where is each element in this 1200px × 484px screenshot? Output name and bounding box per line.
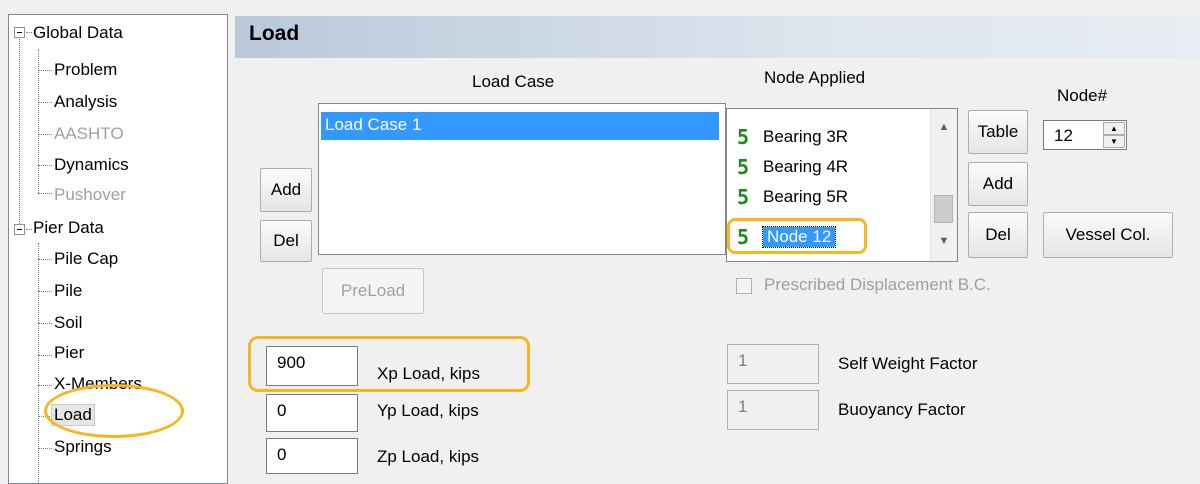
preload-button[interactable]: PreLoad <box>322 268 424 314</box>
tree-item-problem[interactable]: Problem <box>54 60 117 80</box>
node-number-value[interactable]: 12 <box>1054 126 1073 146</box>
delete-node-button[interactable]: Del <box>968 212 1028 258</box>
page-title: Load <box>249 22 300 45</box>
xp-load-field[interactable]: 900 <box>266 346 358 386</box>
table-button[interactable]: Table <box>968 110 1028 154</box>
xp-load-label: Xp Load, kips <box>377 364 481 383</box>
node-applied-list[interactable]: 5 Bearing 3R 5 Bearing 4R 5 Bearing 5R 5… <box>726 108 958 262</box>
list-item[interactable]: 5 Bearing 4R <box>737 153 848 181</box>
add-node-button[interactable]: Add <box>968 162 1028 206</box>
tree-item-x-members[interactable]: X-Members <box>54 374 142 394</box>
yp-load-field[interactable]: 0 <box>266 394 358 432</box>
list-item-selected[interactable]: 5 Node 12 <box>737 223 837 251</box>
list-item[interactable]: 5 Bearing 5R <box>737 183 848 211</box>
navigation-tree[interactable]: Global Data Problem Analysis AASHTO Dyna… <box>8 14 228 484</box>
node-number-label: Node# <box>1057 86 1108 105</box>
tree-item-aashto[interactable]: AASHTO <box>54 124 124 144</box>
yp-load-label: Yp Load, kips <box>377 401 479 420</box>
spin-down-icon[interactable]: ▼ <box>1103 135 1125 148</box>
panel-header: Load <box>235 16 1200 58</box>
collapse-global-data-icon[interactable] <box>14 27 25 38</box>
load-case-heading: Load Case <box>472 72 555 91</box>
list-item[interactable]: 5 Bearing 3R <box>737 123 848 151</box>
buoyancy-factor-field[interactable]: 1 <box>727 390 819 430</box>
spin-up-icon[interactable]: ▲ <box>1103 122 1125 135</box>
tree-item-dynamics[interactable]: Dynamics <box>54 155 129 175</box>
node-list-scrollbar[interactable]: ▲ ▼ <box>930 109 957 261</box>
tree-item-pile[interactable]: Pile <box>54 281 82 301</box>
tree-item-soil[interactable]: Soil <box>54 313 82 333</box>
support-s-icon: 5 <box>737 155 750 179</box>
support-s-icon: 5 <box>737 125 750 149</box>
tree-item-springs[interactable]: Springs <box>54 437 112 457</box>
add-load-case-button[interactable]: Add <box>260 168 312 212</box>
support-s-icon: 5 <box>737 225 750 249</box>
support-s-icon: 5 <box>737 185 750 209</box>
tree-group-global-data[interactable]: Global Data <box>33 23 123 43</box>
prescribed-displacement-label: Prescribed Displacement B.C. <box>764 275 991 294</box>
tree-item-analysis[interactable]: Analysis <box>54 92 117 112</box>
self-weight-factor-label: Self Weight Factor <box>838 354 978 373</box>
tree-item-pier[interactable]: Pier <box>54 343 84 363</box>
scroll-down-icon[interactable]: ▼ <box>931 235 957 247</box>
tree-item-pile-cap[interactable]: Pile Cap <box>54 249 118 269</box>
delete-load-case-button[interactable]: Del <box>260 220 312 262</box>
load-case-list[interactable]: Load Case 1 <box>318 103 726 255</box>
zp-load-label: Zp Load, kips <box>377 447 480 466</box>
buoyancy-factor-label: Buoyancy Factor <box>838 400 966 419</box>
load-case-item[interactable]: Load Case 1 <box>321 112 719 140</box>
zp-load-field[interactable]: 0 <box>266 438 358 474</box>
node-number-spinner[interactable]: 12 ▲ ▼ <box>1043 120 1127 150</box>
collapse-pier-data-icon[interactable] <box>14 224 25 235</box>
vessel-collision-button[interactable]: Vessel Col. <box>1043 212 1173 258</box>
node-applied-heading: Node Applied <box>764 68 866 87</box>
prescribed-displacement-checkbox[interactable] <box>736 278 752 294</box>
self-weight-factor-field[interactable]: 1 <box>727 344 819 384</box>
tree-item-pushover[interactable]: Pushover <box>54 185 126 205</box>
tree-group-pier-data[interactable]: Pier Data <box>33 218 104 238</box>
scroll-up-icon[interactable]: ▲ <box>931 121 957 133</box>
tree-item-load[interactable]: Load <box>51 404 95 426</box>
scroll-thumb[interactable] <box>934 195 953 223</box>
